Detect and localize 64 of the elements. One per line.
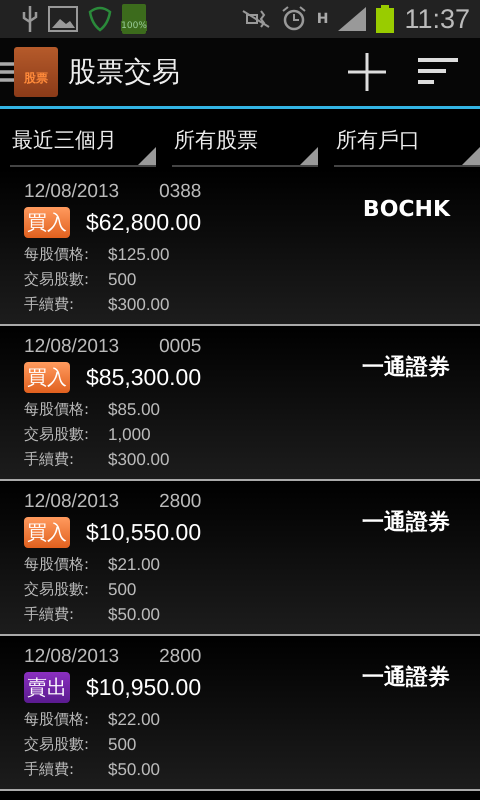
account-name: 一通證券: [362, 509, 450, 537]
trade-amount: $10,550.00: [86, 519, 202, 546]
stock-code: 0388: [159, 181, 202, 204]
shield-icon: [88, 6, 112, 32]
detail-value: $300.00: [108, 449, 170, 471]
alarm-icon: [280, 6, 307, 32]
filter-dropdown[interactable]: 最近三個月: [10, 123, 156, 167]
detail-value: 500: [108, 734, 138, 756]
trade-date: 12/08/2013: [24, 491, 120, 514]
caret-icon: [300, 147, 318, 165]
detail-value: $300.00: [108, 294, 170, 316]
clock-time: 11:37: [404, 4, 470, 34]
account-name: 一通證券: [362, 664, 450, 692]
trade-type-tag: 買入: [24, 517, 70, 548]
screen-title: 股票交易: [68, 54, 180, 90]
caret-icon: [138, 147, 156, 165]
trade-amount: $85,300.00: [86, 364, 202, 391]
account-name: BOCHK: [362, 197, 450, 224]
detail-label: 每股價格:: [24, 554, 90, 575]
filter-dropdown[interactable]: 所有股票: [172, 123, 318, 167]
filter-dropdown[interactable]: 所有戶口: [334, 123, 480, 167]
trade-date: 12/08/2013: [24, 646, 120, 669]
detail-label: 手續費:: [24, 759, 76, 780]
detail-value: $50.00: [108, 604, 161, 626]
stock-code: 2800: [159, 646, 202, 669]
detail-label: 交易股數:: [24, 269, 90, 290]
network-label: H: [316, 11, 328, 27]
detail-label: 交易股數:: [24, 424, 90, 445]
detail-label: 交易股數:: [24, 734, 90, 755]
detail-value: 1,000: [108, 424, 152, 446]
detail-value: $21.00: [108, 554, 161, 576]
trade-date: 12/08/2013: [24, 181, 120, 204]
detail-value: $50.00: [108, 759, 161, 781]
battery-icon: [376, 5, 394, 33]
stock-code: 2800: [159, 491, 202, 514]
detail-label: 每股價格:: [24, 399, 90, 420]
detail-value: $125.00: [108, 244, 170, 266]
account-name: 一通證券: [362, 354, 450, 382]
detail-label: 手續費:: [24, 449, 76, 470]
detail-value: $85.00: [108, 399, 161, 421]
detail-label: 每股價格:: [24, 244, 90, 265]
detail-label: 交易股數:: [24, 579, 90, 600]
detail-label: 手續費:: [24, 604, 76, 625]
detail-value: 500: [108, 269, 138, 291]
battery-label: 100%: [121, 21, 147, 31]
trade-amount: $10,950.00: [86, 674, 202, 701]
menu-icon[interactable]: [0, 61, 14, 83]
trade-amount: $62,800.00: [86, 209, 202, 236]
trade-date: 12/08/2013: [24, 336, 120, 359]
trade-type-tag: 賣出: [24, 672, 70, 703]
logo-label: 股票: [24, 70, 48, 87]
usb-icon: [22, 6, 38, 32]
detail-label: 手續費:: [24, 294, 76, 315]
signal-icon: [338, 7, 366, 31]
add-button[interactable]: [348, 53, 386, 91]
sort-button[interactable]: [418, 57, 458, 87]
trade-type-tag: 買入: [24, 207, 70, 238]
detail-label: 每股價格:: [24, 709, 90, 730]
detail-value: 500: [108, 579, 138, 601]
trade-type-tag: 買入: [24, 362, 70, 393]
caret-icon: [462, 147, 480, 165]
detail-value: $22.00: [108, 709, 161, 731]
stock-code: 0005: [159, 336, 202, 359]
image-icon: [48, 6, 78, 32]
